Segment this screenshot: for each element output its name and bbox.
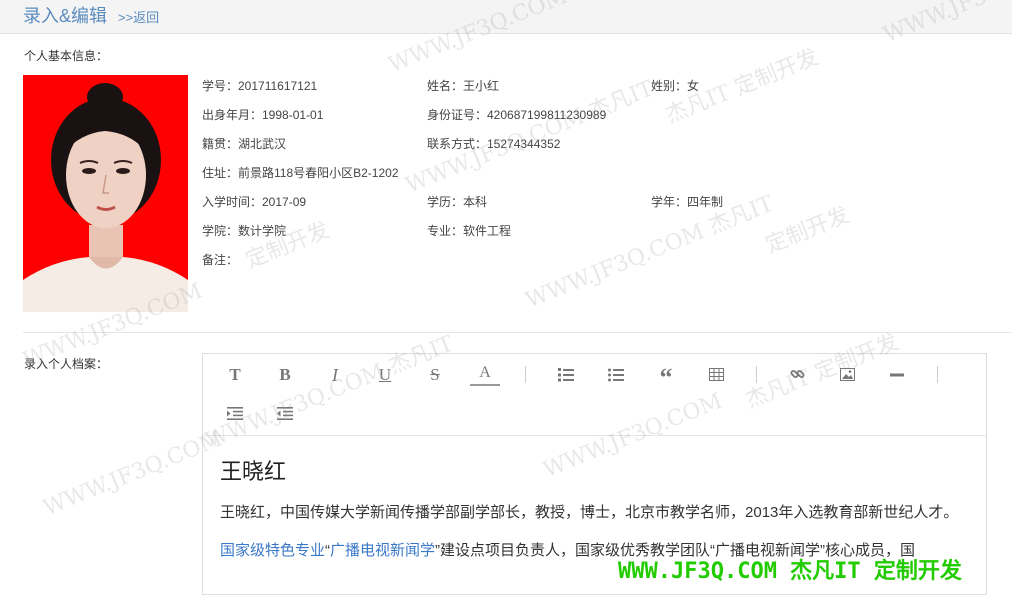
indent-icon [227, 407, 243, 421]
content-paragraph: 王晓红，中国传媒大学新闻传播学部副学部长，教授，博士，北京市教学名师，2013年… [220, 504, 959, 521]
underline-button[interactable]: U [370, 360, 400, 390]
toolbar-separator [937, 366, 938, 383]
ordered-list-button[interactable] [551, 360, 581, 390]
id-card-field: 身份证号：420687199811230989 [427, 108, 607, 122]
watermark: WWW.JF3Q.COM [40, 426, 226, 522]
strikethrough-button[interactable]: S [420, 360, 450, 390]
remark-field: 备注： [202, 253, 239, 267]
editor-toolbar: T B I U S A “ [203, 354, 986, 436]
outdent-button[interactable] [270, 399, 300, 429]
table-button[interactable] [701, 360, 731, 390]
quote-button[interactable]: “ [651, 360, 681, 392]
bold-button[interactable]: B [270, 360, 300, 390]
enroll-time-field: 入学时间：2017-09 [202, 195, 307, 209]
title-button[interactable]: T [220, 360, 250, 390]
college-field: 学院：数计学院 [202, 224, 287, 238]
italic-button[interactable]: I [320, 360, 350, 390]
education-field: 学历：本科 [427, 195, 488, 209]
image-icon [839, 368, 855, 382]
basic-info-label: 个人基本信息： [24, 49, 109, 63]
gender-field: 姓别：女 [651, 79, 700, 93]
major-field: 专业：软件工程 [427, 224, 512, 238]
contact-field: 联系方式：15274344352 [427, 137, 561, 151]
unordered-list-button[interactable] [601, 360, 631, 390]
unordered-list-icon [608, 368, 624, 382]
font-color-button[interactable]: A [470, 360, 500, 386]
birth-field: 出身年月：1998-01-01 [202, 108, 324, 122]
page-header: 录入&编辑 >>返回 [0, 0, 1012, 34]
page-title: 录入&编辑 [23, 6, 108, 26]
special-major-link[interactable]: 国家级特色专业 [220, 542, 325, 559]
broadcast-news-link[interactable]: 广播电视新闻学 [330, 542, 435, 559]
indent-button[interactable] [220, 399, 250, 429]
address-field: 住址：前景路118号春阳小区B2-1202 [202, 166, 399, 180]
image-button[interactable] [832, 360, 862, 390]
link-icon [790, 370, 804, 379]
watermark: WWW.JF3Q.COM 杰凡IT [522, 191, 778, 314]
ordered-list-icon [558, 367, 574, 382]
horizontal-rule-icon [890, 373, 904, 377]
back-link[interactable]: >>返回 [118, 7, 159, 26]
school-years-field: 学年：四年制 [651, 195, 724, 209]
student-id-field: 学号：201711617121 [202, 79, 318, 93]
name-field: 姓名：王小红 [427, 79, 500, 93]
toolbar-separator [756, 366, 757, 383]
native-place-field: 籍贯：湖北武汉 [202, 137, 287, 151]
content-heading: 王晓红 [220, 459, 287, 484]
footer-brand: WWW.JF3Q.COM 杰凡IT 定制开发 [618, 559, 962, 584]
horizontal-rule-button[interactable] [882, 360, 912, 390]
toolbar-separator [525, 366, 526, 383]
table-icon [708, 368, 724, 382]
link-button[interactable] [782, 360, 812, 390]
archive-label: 录入个人档案： [24, 357, 109, 371]
outdent-icon [277, 407, 293, 421]
section-divider [23, 332, 1012, 333]
watermark: 定制开发 [762, 202, 854, 259]
student-photo [23, 75, 188, 312]
